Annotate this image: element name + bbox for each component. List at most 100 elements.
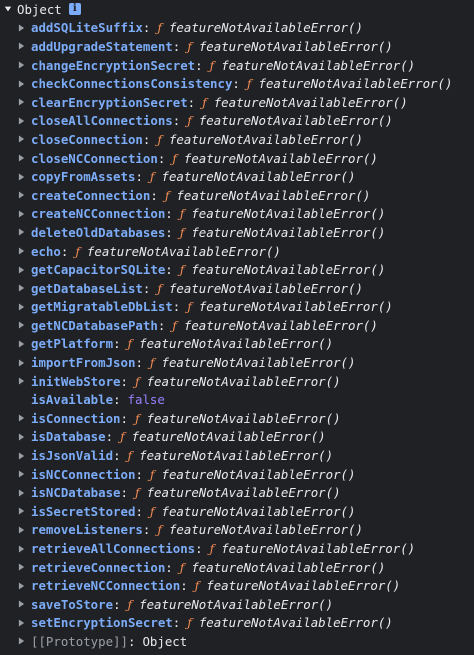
property-key: echo [31, 243, 61, 259]
function-value: featureNotAvailableError() [198, 38, 393, 54]
collapsed-arrow-icon[interactable] [18, 600, 25, 608]
property-row-closeAllConnections[interactable]: closeAllConnections: ƒ featureNotAvailable… [0, 112, 452, 131]
function-value: featureNotAvailableError() [168, 131, 363, 147]
function-value: featureNotAvailableError() [139, 336, 334, 352]
property-row-getNCDatabasePath[interactable]: getNCDatabasePath: ƒ featureNotAvailableEr… [0, 316, 452, 335]
collapsed-arrow-icon[interactable] [18, 228, 25, 236]
collapsed-arrow-icon[interactable] [18, 247, 25, 255]
collapsed-arrow-icon[interactable] [18, 414, 25, 422]
property-row-deleteOldDatabases[interactable]: deleteOldDatabases: ƒ featureNotAvailableE… [0, 223, 452, 242]
property-row-copyFromAssets[interactable]: copyFromAssets: ƒ featureNotAvailableError… [0, 167, 452, 186]
collapsed-arrow-icon[interactable] [18, 117, 25, 125]
property-key: getCapacitorSQLite [31, 262, 166, 278]
property-row-echo[interactable]: echo: ƒ featureNotAvailableError() [0, 242, 452, 261]
collapsed-arrow-icon[interactable] [18, 80, 25, 88]
property-row-retrieveConnection[interactable]: retrieveConnection: ƒ featureNotAvailableE… [0, 558, 452, 577]
collapsed-arrow-icon[interactable] [18, 563, 25, 571]
collapsed-arrow-icon[interactable] [18, 582, 25, 590]
property-row-getDatabaseList[interactable]: getDatabaseList: ƒ featureNotAvailableErro… [0, 279, 452, 298]
collapsed-arrow-icon[interactable] [18, 210, 25, 218]
property-row-isConnection[interactable]: isConnection: ƒ featureNotAvailableError() [0, 409, 452, 428]
expanded-arrow-icon[interactable] [4, 4, 12, 14]
collapsed-arrow-icon[interactable] [18, 433, 25, 441]
property-row-addUpgradeStatement[interactable]: addUpgradeStatement: ƒ featureNotAvailable… [0, 37, 452, 56]
property-row-retrieveNCConnection[interactable]: retrieveNCConnection: ƒ featureNotAvailabl… [0, 576, 452, 595]
property-row-isDatabase[interactable]: isDatabase: ƒ featureNotAvailableError() [0, 428, 452, 447]
function-value: featureNotAvailableError() [146, 373, 341, 389]
property-row-changeEncryptionSecret[interactable]: changeEncryptionSecret: ƒ featureNotAvaila… [0, 56, 452, 75]
function-value: featureNotAvailableError() [131, 429, 326, 445]
console-panel: Object i addSQLiteSuffix: ƒ featureNotAvai… [0, 0, 474, 655]
property-row-closeNCConnection[interactable]: closeNCConnection: ƒ featureNotAvailableEr… [0, 149, 452, 168]
function-tag: ƒ [149, 355, 155, 371]
function-tag: ƒ [246, 76, 252, 92]
collapsed-arrow-icon[interactable] [18, 284, 25, 292]
function-tag: ƒ [172, 150, 177, 166]
collapsed-arrow-icon[interactable] [18, 266, 25, 274]
collapsed-arrow-icon[interactable] [18, 507, 25, 515]
property-list: addSQLiteSuffix: ƒ featureNotAvailableErro… [0, 19, 452, 651]
function-tag: ƒ [209, 541, 215, 557]
collapsed-arrow-icon[interactable] [18, 42, 25, 50]
property-row-retrieveAllConnections[interactable]: retrieveAllConnections: ƒ featureNotAvaila… [0, 539, 452, 558]
function-tag: ƒ [187, 113, 192, 129]
property-row-isJsonValid[interactable]: isJsonValid: ƒ featureNotAvailableError() [0, 446, 452, 465]
property-key: isAvailable [31, 392, 114, 408]
property-row-getMigratableDbList[interactable]: getMigratableDbList: ƒ featureNotAvailable… [0, 298, 452, 317]
collapsed-arrow-icon[interactable] [18, 173, 25, 181]
collapsed-arrow-icon[interactable] [18, 135, 25, 143]
property-row-closeConnection[interactable]: closeConnection: ƒ featureNotAvailableErro… [0, 130, 452, 149]
key-separator: : [60, 243, 69, 259]
collapsed-arrow-icon[interactable] [18, 321, 25, 329]
collapsed-arrow-icon[interactable] [18, 470, 25, 478]
collapsed-arrow-icon[interactable] [18, 303, 25, 311]
property-row-getPlatform[interactable]: getPlatform: ƒ featureNotAvailableError() [0, 335, 452, 354]
property-row-initWebStore[interactable]: initWebStore: ƒ featureNotAvailableError() [0, 372, 452, 391]
property-key: closeAllConnections [31, 113, 173, 129]
function-value: featureNotAvailableError() [221, 541, 416, 557]
function-tag: ƒ [179, 559, 185, 575]
collapsed-arrow-icon[interactable] [18, 452, 25, 460]
function-value: featureNotAvailableError() [198, 615, 393, 631]
property-row-addSQLiteSuffix[interactable]: addSQLiteSuffix: ƒ featureNotAvailableErro… [0, 19, 452, 38]
key-separator: : [120, 410, 128, 426]
collapsed-arrow-icon[interactable] [18, 191, 25, 199]
function-tag: ƒ [202, 94, 207, 110]
object-header[interactable]: Object i [0, 0, 81, 18]
property-row-createConnection[interactable]: createConnection: ƒ featureNotAvailableErr… [0, 186, 452, 205]
property-row-createNCConnection[interactable]: createNCConnection: ƒ featureNotAvailableE… [0, 205, 452, 224]
function-tag: ƒ [187, 615, 192, 631]
collapsed-arrow-icon[interactable] [18, 61, 25, 69]
property-row-isNCConnection[interactable]: isNCConnection: ƒ featureNotAvailableError… [0, 465, 452, 484]
collapsed-arrow-icon[interactable] [18, 377, 25, 385]
property-row-setEncryptionSecret[interactable]: setEncryptionSecret: ƒ featureNotAvailable… [0, 614, 452, 633]
property-row-getCapacitorSQLite[interactable]: getCapacitorSQLite: ƒ featureNotAvailableE… [0, 260, 452, 279]
collapsed-arrow-icon[interactable] [18, 359, 25, 367]
property-row-removeListeners[interactable]: removeListeners: ƒ featureNotAvailableErro… [0, 521, 452, 540]
collapsed-arrow-icon[interactable] [18, 545, 25, 553]
property-row-importFromJson[interactable]: importFromJson: ƒ featureNotAvailableError… [0, 353, 452, 372]
property-row-saveToStore[interactable]: saveToStore: ƒ featureNotAvailableError() [0, 595, 452, 614]
collapsed-arrow-icon[interactable] [18, 98, 25, 106]
info-icon[interactable]: i [68, 3, 81, 15]
property-key: isNCConnection [31, 466, 136, 482]
function-value: featureNotAvailableError() [161, 466, 356, 482]
collapsed-arrow-icon[interactable] [18, 637, 25, 645]
property-row-clearEncryptionSecret[interactable]: clearEncryptionSecret: ƒ featureNotAvailab… [0, 93, 452, 112]
collapsed-arrow-icon[interactable] [18, 526, 25, 534]
property-row-isNCDatabase[interactable]: isNCDatabase: ƒ featureNotAvailableError() [0, 483, 452, 502]
collapsed-arrow-icon[interactable] [18, 154, 25, 162]
collapsed-arrow-icon[interactable] [18, 340, 25, 348]
key-separator: : [142, 131, 151, 147]
collapsed-arrow-icon[interactable] [18, 489, 25, 497]
function-value: featureNotAvailableError() [183, 150, 378, 166]
prototype-row[interactable]: [[Prototype]]: Object [0, 632, 452, 651]
function-value: featureNotAvailableError() [213, 94, 408, 110]
property-key: addSQLiteSuffix [31, 20, 143, 36]
property-row-isSecretStored[interactable]: isSecretStored: ƒ featureNotAvailableError… [0, 502, 452, 521]
collapsed-arrow-icon[interactable] [18, 24, 25, 32]
property-key: retrieveConnection [31, 559, 166, 575]
property-row-checkConnectionsConsistency[interactable]: checkConnectionsConsistency: ƒ featureNotA… [0, 74, 452, 93]
function-value: featureNotAvailableError() [168, 20, 363, 36]
collapsed-arrow-icon[interactable] [18, 619, 25, 627]
